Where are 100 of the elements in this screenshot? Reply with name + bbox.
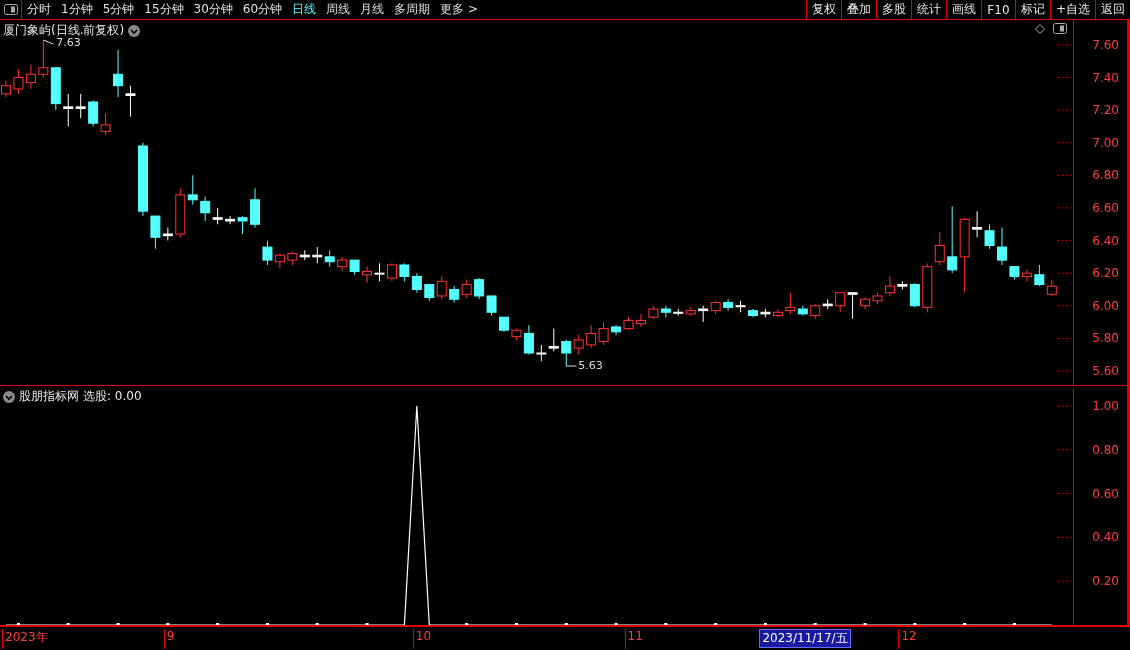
data-point-marker xyxy=(66,623,70,625)
candlestick xyxy=(984,223,995,250)
data-point-marker xyxy=(116,623,120,625)
candlestick xyxy=(486,295,497,316)
period-tab[interactable]: 日线 xyxy=(287,0,322,19)
date-axis-label: 10 xyxy=(412,629,432,649)
candlestick xyxy=(1046,279,1057,297)
data-point-marker xyxy=(614,623,618,625)
candlestick xyxy=(88,99,99,127)
date-axis-label: 2023年 xyxy=(2,629,48,649)
period-tab[interactable]: 分时 xyxy=(22,0,56,19)
data-point-marker xyxy=(16,623,20,625)
candlestick xyxy=(386,262,397,282)
candlestick xyxy=(586,324,597,349)
candlestick xyxy=(436,275,447,300)
candlestick xyxy=(660,305,671,318)
data-point-marker xyxy=(863,623,867,625)
candlestick xyxy=(972,210,983,238)
data-point-marker xyxy=(664,623,668,625)
candlestick xyxy=(349,259,360,276)
dropdown-chevron-icon[interactable] xyxy=(3,390,15,403)
period-tab[interactable]: 月线 xyxy=(355,0,390,19)
candlestick xyxy=(461,279,472,299)
candlestick xyxy=(598,321,609,346)
candlestick xyxy=(698,305,709,323)
price-axis-label: 5.60 xyxy=(1092,363,1119,378)
data-point-marker xyxy=(763,623,767,625)
candlestick xyxy=(760,308,771,318)
period-tab[interactable]: 周线 xyxy=(321,0,356,19)
period-tab[interactable]: 更多 > xyxy=(435,0,483,19)
panel-toggle-icon[interactable] xyxy=(3,4,18,15)
data-point-marker xyxy=(813,623,817,625)
candlestick xyxy=(399,262,410,282)
panel-toggle-icon[interactable] xyxy=(1053,23,1067,34)
period-tab[interactable]: 60分钟 xyxy=(237,0,288,19)
candlestick xyxy=(474,277,485,300)
indicator-axis-label: 1.00 xyxy=(1092,399,1119,413)
dropdown-chevron-icon[interactable] xyxy=(128,24,141,37)
candlestick xyxy=(75,93,86,119)
candlestick xyxy=(250,187,260,228)
price-axis-label: 6.80 xyxy=(1092,168,1119,183)
price-axis-label: 7.40 xyxy=(1092,70,1119,85)
period-tab[interactable]: 5分钟 xyxy=(97,0,140,19)
candlestick xyxy=(847,292,858,320)
stock-title: 厦门象屿(日线.前复权) xyxy=(3,22,125,38)
candlestick xyxy=(822,298,833,310)
price-axis-label: 7.00 xyxy=(1092,135,1119,150)
candlestick xyxy=(362,266,373,284)
candlestick xyxy=(499,316,509,333)
candlestick xyxy=(374,262,385,282)
price-axis-label: 6.20 xyxy=(1092,266,1119,281)
period-tab[interactable]: 多周期 xyxy=(389,0,436,19)
candlestick xyxy=(548,328,559,352)
period-tab[interactable]: 15分钟 xyxy=(139,0,189,19)
price-axis-label: 6.60 xyxy=(1092,200,1119,215)
diamond-icon[interactable] xyxy=(1035,23,1045,34)
period-tab[interactable]: 1分钟 xyxy=(56,0,98,19)
candlestick xyxy=(748,308,758,318)
candlestick xyxy=(997,227,1007,266)
high-price-label: 7.63 xyxy=(56,36,81,50)
candlestick xyxy=(561,339,572,367)
data-point-marker xyxy=(365,623,369,625)
price-axis-label: 5.80 xyxy=(1092,331,1119,346)
candlestick xyxy=(648,305,659,320)
candlestick xyxy=(772,308,783,318)
candlestick xyxy=(449,285,460,303)
data-point-marker xyxy=(913,623,917,625)
date-axis-label: 9 xyxy=(163,629,175,649)
indicator-axis-label: 0.40 xyxy=(1092,530,1119,545)
indicator-axis-label: 0.20 xyxy=(1092,574,1119,589)
candlestick xyxy=(835,292,846,313)
candlestick xyxy=(723,298,734,312)
indicator-axis-label: 0.80 xyxy=(1092,442,1119,457)
period-tab[interactable]: 30分钟 xyxy=(188,0,238,19)
data-point-marker xyxy=(1012,623,1016,625)
candlestick xyxy=(312,246,323,264)
candlestick xyxy=(25,64,36,90)
indicator-axis-label: 0.60 xyxy=(1092,486,1119,501)
price-axis-label: 6.00 xyxy=(1092,298,1119,313)
indicator-name: 股朋指标网 xyxy=(19,388,79,405)
data-point-marker xyxy=(963,623,967,625)
data-point-marker xyxy=(714,623,718,625)
indicator-reading: 选股: 0.00 xyxy=(83,388,142,405)
candlestick xyxy=(860,297,871,310)
data-point-marker xyxy=(315,623,319,625)
candlestick xyxy=(424,284,435,302)
candlestick xyxy=(1021,269,1032,282)
candlestick xyxy=(63,93,74,127)
candlestick xyxy=(710,300,721,315)
candlestick xyxy=(573,334,584,356)
candlestick xyxy=(100,112,111,136)
candlestick xyxy=(810,303,821,320)
candlestick xyxy=(1034,264,1045,287)
candlestick xyxy=(337,256,348,272)
data-point-marker xyxy=(514,623,518,625)
candlestick xyxy=(324,249,335,268)
candlestick xyxy=(1009,266,1020,281)
candlestick xyxy=(611,324,622,336)
candlestick xyxy=(411,272,422,294)
candlestick xyxy=(287,251,298,266)
